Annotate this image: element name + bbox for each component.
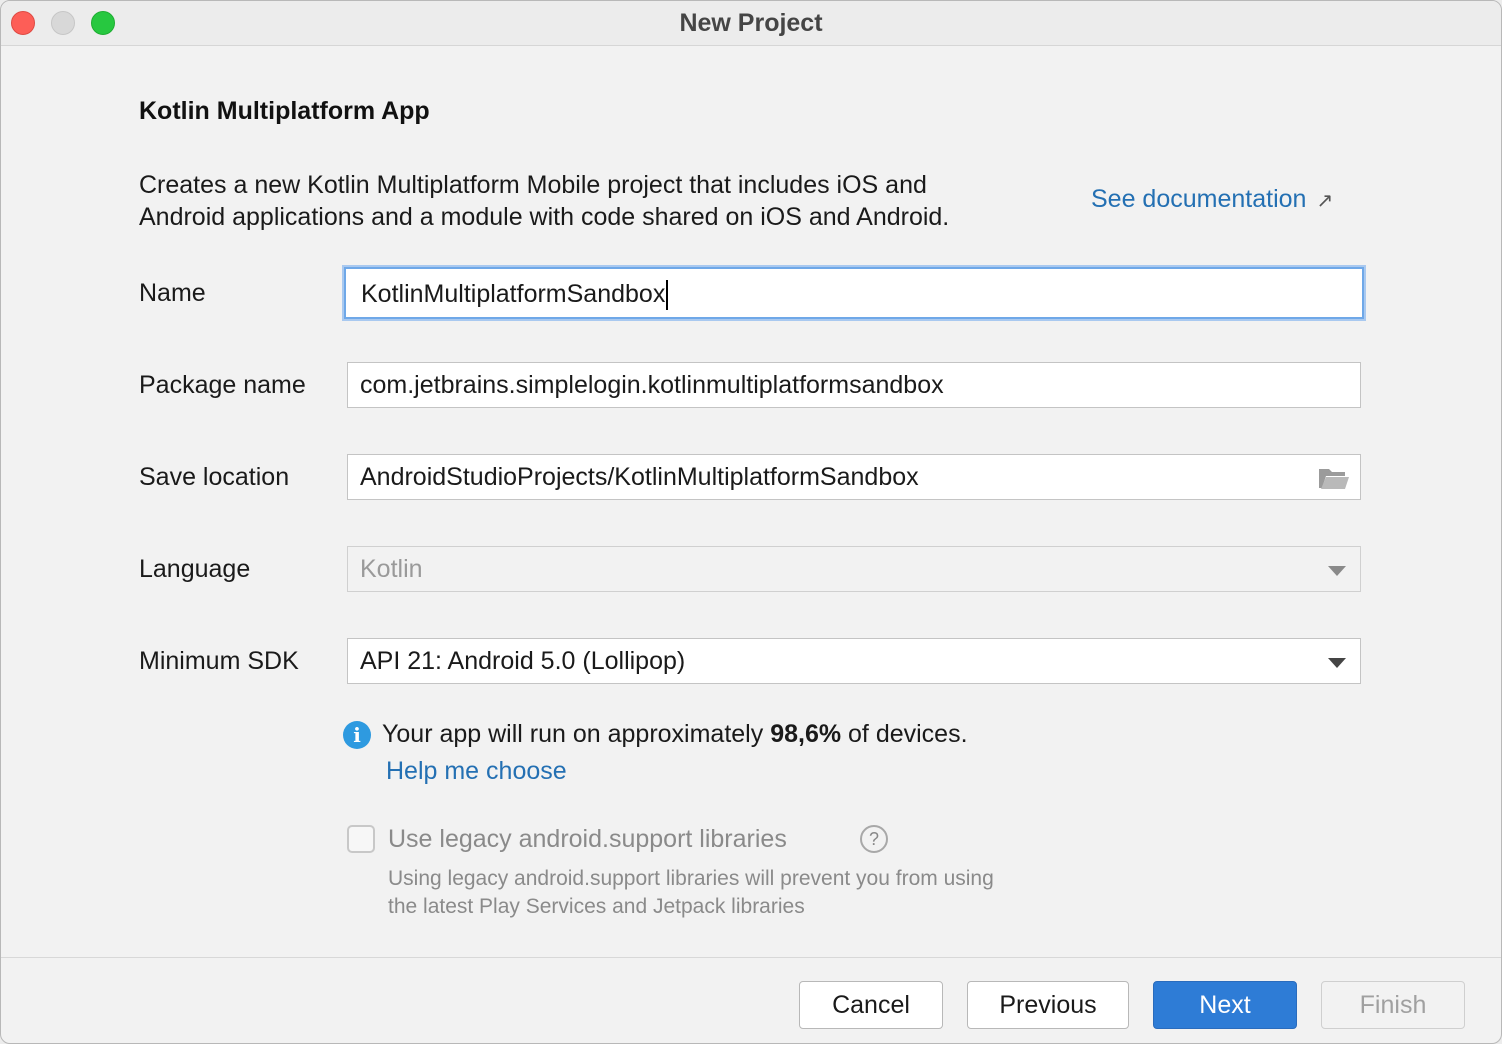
language-value: Kotlin (360, 555, 423, 583)
save-location-value: AndroidStudioProjects/KotlinMultiplatfor… (360, 463, 919, 491)
device-coverage-prefix: Your app will run on approximately (382, 720, 771, 748)
template-description: Creates a new Kotlin Multiplatform Mobil… (139, 169, 1069, 233)
legacy-hint-line-2: the latest Play Services and Jetpack lib… (388, 895, 805, 918)
see-documentation-link[interactable]: See documentation ↗ (1091, 185, 1333, 214)
info-icon: i (343, 721, 371, 749)
folder-open-icon[interactable] (1318, 466, 1350, 490)
title-bar: New Project (1, 1, 1501, 46)
legacy-support-hint: Using legacy android.support libraries w… (388, 865, 1088, 921)
template-heading: Kotlin Multiplatform App (139, 97, 430, 125)
package-name-value: com.jetbrains.simplelogin.kotlinmultipla… (360, 371, 944, 399)
question-mark-help-icon[interactable]: ? (860, 825, 888, 853)
name-input[interactable]: KotlinMultiplatformSandbox (344, 267, 1364, 319)
language-select: Kotlin (347, 546, 1361, 592)
description-line-2: Android applications and a module with c… (139, 203, 950, 231)
minimum-sdk-value: API 21: Android 5.0 (Lollipop) (360, 647, 686, 675)
new-project-dialog: New Project Kotlin Multiplatform App Cre… (0, 0, 1502, 1044)
save-location-input[interactable]: AndroidStudioProjects/KotlinMultiplatfor… (347, 454, 1361, 500)
device-coverage-suffix: of devices. (841, 720, 968, 748)
minimum-sdk-label: Minimum SDK (139, 647, 299, 675)
device-coverage-text: Your app will run on approximately 98,6%… (382, 720, 968, 749)
minimum-sdk-select[interactable]: API 21: Android 5.0 (Lollipop) (347, 638, 1361, 684)
text-cursor (666, 280, 669, 311)
package-name-label: Package name (139, 371, 306, 399)
legacy-hint-line-1: Using legacy android.support libraries w… (388, 867, 994, 890)
help-me-choose-link[interactable]: Help me choose (386, 757, 567, 786)
name-label: Name (139, 279, 206, 307)
chevron-down-icon (1328, 566, 1346, 576)
window-title: New Project (679, 9, 823, 37)
package-name-input[interactable]: com.jetbrains.simplelogin.kotlinmultipla… (347, 362, 1361, 408)
description-line-1: Creates a new Kotlin Multiplatform Mobil… (139, 171, 927, 199)
cancel-button[interactable]: Cancel (799, 981, 943, 1029)
chevron-down-icon (1328, 658, 1346, 668)
see-documentation-label: See documentation (1091, 185, 1307, 213)
legacy-support-checkbox[interactable] (347, 825, 375, 853)
name-input-value: KotlinMultiplatformSandbox (361, 280, 666, 308)
next-button[interactable]: Next (1153, 981, 1297, 1029)
device-coverage-percentage: 98,6% (770, 720, 842, 748)
language-label: Language (139, 555, 251, 583)
finish-button: Finish (1321, 981, 1465, 1029)
save-location-label: Save location (139, 463, 290, 491)
external-link-arrow-icon: ↗ (1316, 190, 1334, 212)
previous-button[interactable]: Previous (967, 981, 1129, 1029)
legacy-support-label: Use legacy android.support libraries (388, 825, 787, 853)
footer-divider (1, 957, 1501, 958)
